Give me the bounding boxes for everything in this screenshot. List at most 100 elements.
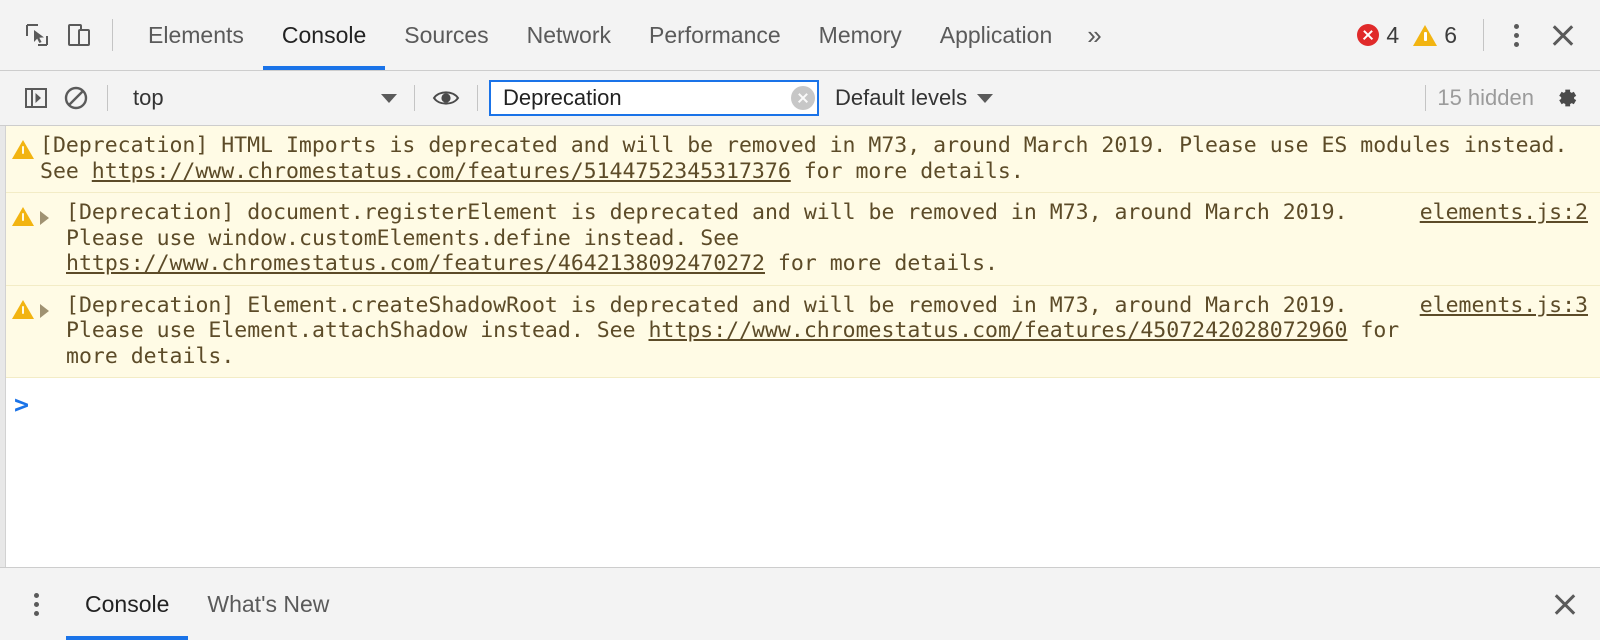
- kebab-dot: [1513, 32, 1519, 38]
- device-toolbar-glyph: [68, 24, 90, 46]
- message-text: [Deprecation] Element.createShadowRoot i…: [66, 293, 1406, 370]
- tab-sources-label: Sources: [404, 21, 489, 48]
- console-message-row[interactable]: [Deprecation] document.registerElement i…: [0, 193, 1600, 286]
- more-tabs-label: »: [1087, 19, 1102, 50]
- main-tabbar: Elements Console Sources Network Perform…: [0, 0, 1600, 71]
- gear-icon[interactable]: [1546, 78, 1586, 118]
- tabbar-right-divider: [1483, 19, 1484, 51]
- log-levels-select[interactable]: Default levels: [835, 85, 994, 111]
- console-filter-box[interactable]: [489, 80, 819, 116]
- warning-count-badge[interactable]: 6: [1413, 22, 1457, 49]
- log-levels-label: Default levels: [835, 85, 968, 110]
- tabbar-left-tools: [0, 0, 125, 70]
- tab-performance[interactable]: Performance: [630, 0, 800, 70]
- device-toolbar-icon[interactable]: [58, 14, 100, 56]
- prompt-chevron-icon: >: [14, 390, 30, 419]
- execution-context-value: top: [133, 85, 164, 110]
- console-message-row[interactable]: [Deprecation] Element.createShadowRoot i…: [0, 285, 1600, 378]
- message-text-part: for more details.: [790, 158, 1024, 184]
- message-level-icon-wrap: [6, 200, 40, 226]
- kebab-dot: [1513, 41, 1519, 47]
- drawer-tab-console[interactable]: Console: [66, 568, 189, 640]
- hidden-messages-count: 15 hidden: [1437, 85, 1534, 110]
- live-expression-eye-icon[interactable]: [426, 78, 466, 118]
- inspect-cursor-icon[interactable]: [16, 14, 58, 56]
- drawer-tab-console-label: Console: [85, 590, 170, 617]
- message-text: [Deprecation] document.registerElement i…: [66, 200, 1406, 277]
- tab-performance-label: Performance: [649, 21, 781, 48]
- warning-icon: [12, 207, 34, 226]
- console-message-row[interactable]: [Deprecation] HTML Imports is deprecated…: [0, 126, 1600, 193]
- message-text: [Deprecation] HTML Imports is deprecated…: [40, 133, 1588, 184]
- main-menu-kebab-icon[interactable]: [1496, 15, 1536, 55]
- tab-elements-label: Elements: [148, 21, 244, 48]
- execution-context-select[interactable]: top: [119, 80, 403, 116]
- drawer-tabbar: Console What's New: [0, 567, 1600, 640]
- message-source-link[interactable]: elements.js:2: [1420, 200, 1588, 226]
- more-tabs-chevron-icon[interactable]: »: [1071, 0, 1117, 70]
- drawer-tabs: Console What's New: [66, 568, 348, 640]
- tab-memory[interactable]: Memory: [800, 0, 921, 70]
- message-link[interactable]: https://www.chromestatus.com/features/46…: [66, 251, 765, 276]
- expand-triangle-icon[interactable]: [40, 211, 58, 225]
- kebab-dot: [33, 601, 39, 607]
- toolbar-divider: [414, 85, 415, 111]
- console-sidebar-icon[interactable]: [16, 78, 56, 118]
- tabbar-divider: [112, 19, 113, 51]
- tabbar-right-tools: 4 6: [1357, 0, 1600, 70]
- message-level-icon-wrap: [6, 293, 40, 319]
- chevron-down-icon: [381, 93, 397, 103]
- gear-glyph: [1559, 89, 1577, 107]
- warning-icon: [12, 140, 34, 159]
- tab-sources[interactable]: Sources: [385, 0, 507, 70]
- console-message-list[interactable]: [Deprecation] HTML Imports is deprecated…: [0, 126, 1600, 567]
- tab-network-label: Network: [526, 21, 611, 48]
- message-text-part: [Deprecation] document.registerElement i…: [66, 200, 1348, 251]
- warning-icon: [1413, 24, 1438, 46]
- expand-triangle-icon[interactable]: [40, 303, 58, 318]
- console-toolbar-right: 15 hidden: [1414, 78, 1586, 118]
- message-link[interactable]: https://www.chromestatus.com/features/45…: [648, 318, 1347, 343]
- eye-glyph: [432, 91, 460, 105]
- drawer-tab-whats-new[interactable]: What's New: [188, 568, 348, 640]
- kebab-dot: [33, 610, 39, 616]
- error-count-badge[interactable]: 4: [1357, 22, 1399, 49]
- message-link[interactable]: https://www.chromestatus.com/features/51…: [92, 159, 791, 184]
- devtools-window: Elements Console Sources Network Perform…: [0, 0, 1600, 640]
- console-toolbar: top Default levels 15 hidden: [0, 71, 1600, 126]
- drawer-right-tools: [1538, 568, 1586, 640]
- console-left-rail: [0, 126, 6, 567]
- tab-memory-label: Memory: [818, 21, 902, 48]
- tab-application[interactable]: Application: [921, 0, 1072, 70]
- tab-application-label: Application: [939, 21, 1053, 48]
- clear-console-glyph: [64, 86, 88, 110]
- toolbar-divider: [107, 85, 108, 111]
- kebab-dot: [33, 592, 39, 598]
- tab-console-label: Console: [281, 21, 367, 48]
- chevron-down-icon: [977, 93, 994, 103]
- warning-count-label: 6: [1444, 21, 1457, 48]
- console-filter-input[interactable]: [503, 85, 791, 111]
- error-count-label: 4: [1386, 21, 1400, 48]
- error-icon: [1357, 24, 1380, 46]
- toolbar-divider: [477, 85, 478, 111]
- console-sidebar-glyph: [25, 88, 47, 108]
- toolbar-divider: [1425, 85, 1427, 111]
- tab-console[interactable]: Console: [262, 0, 386, 70]
- message-level-icon-wrap: [6, 133, 40, 159]
- tab-elements[interactable]: Elements: [129, 0, 263, 70]
- close-drawer-icon[interactable]: [1544, 583, 1586, 625]
- drawer-tab-whats-new-label: What's New: [207, 590, 330, 617]
- main-tabs: Elements Console Sources Network Perform…: [129, 0, 1118, 70]
- kebab-dot: [1513, 23, 1519, 29]
- tab-network[interactable]: Network: [508, 0, 630, 70]
- message-text-part: for more details.: [764, 251, 998, 276]
- console-prompt[interactable]: >: [0, 378, 1600, 567]
- message-source-link[interactable]: elements.js:3: [1420, 293, 1588, 319]
- clear-console-icon[interactable]: [56, 78, 96, 118]
- clear-input-icon[interactable]: [791, 86, 815, 110]
- drawer-menu-kebab-icon[interactable]: [16, 584, 56, 624]
- inspect-cursor-glyph: [26, 24, 48, 46]
- warning-icon: [12, 299, 34, 319]
- close-devtools-icon[interactable]: [1542, 14, 1584, 56]
